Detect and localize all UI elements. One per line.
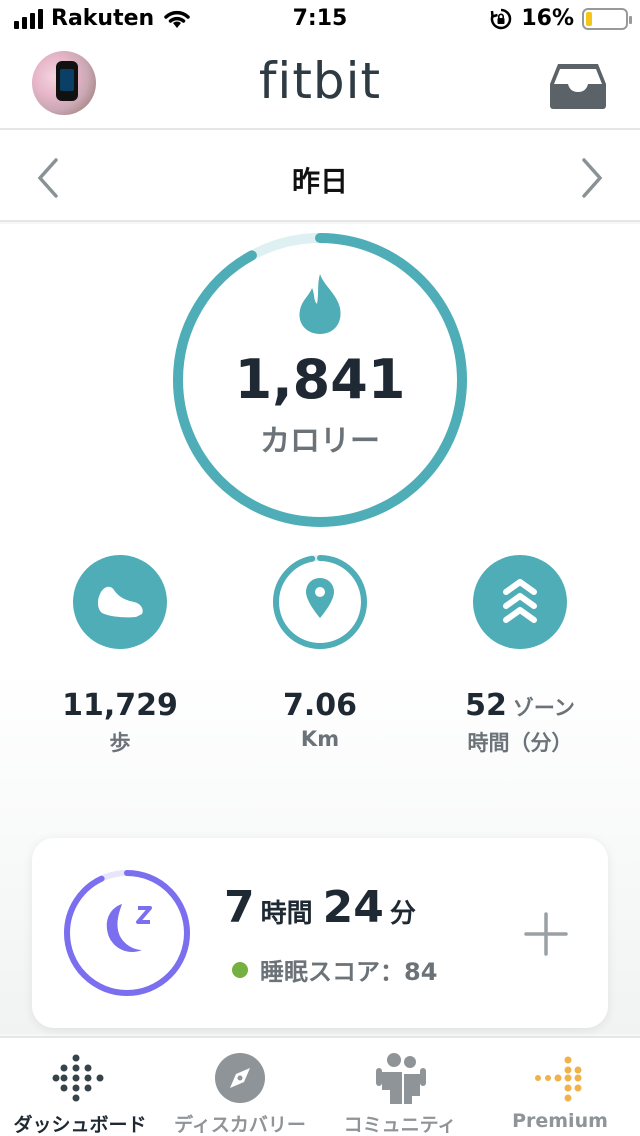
sleep-ring [64, 870, 190, 996]
battery-icon [582, 7, 632, 30]
sleep-score-label: 睡眠スコア：84 [260, 958, 438, 986]
sleep-duration: 7 時間 24 分 [224, 882, 426, 933]
sleep-hours-label: 時間 [260, 899, 313, 929]
tab-dashboard-label: ダッシュボード [13, 1114, 147, 1136]
zone-inline-unit: ゾーン [512, 696, 575, 720]
tab-premium-label: Premium [512, 1110, 608, 1132]
steps-value: 11,729 [62, 688, 178, 723]
sleep-card[interactable]: 7 時間 24 分 睡眠スコア：84 [32, 838, 608, 1028]
tab-premium[interactable]: Premium [480, 1038, 640, 1136]
rotation-lock-icon [491, 8, 512, 29]
sleep-score: 睡眠スコア：84 [232, 952, 437, 987]
dots-grid-icon [52, 1054, 104, 1102]
steps-ring [73, 555, 167, 649]
next-day-button[interactable] [576, 156, 608, 200]
battery-level [586, 11, 593, 26]
dashboard-main: 1,841 カロリー 11,729 歩 7.06 Km 52 ゾーン 時間（分）… [0, 224, 640, 1034]
zone-unit: 時間（分） [467, 731, 573, 755]
date-title: 昨日 [291, 165, 348, 198]
zone-value: 52 ゾーン [420, 688, 620, 723]
people-icon [376, 1053, 426, 1104]
premium-dots-icon [535, 1056, 582, 1102]
distance-stat[interactable]: 7.06 Km [220, 554, 420, 751]
zone-minutes-stat[interactable]: 52 ゾーン 時間（分） [420, 554, 620, 757]
sleep-minutes-label: 分 [389, 899, 416, 929]
sleep-score-dot [232, 961, 248, 978]
sleep-minutes: 24 [322, 882, 384, 933]
steps-stat[interactable]: 11,729 歩 [20, 554, 220, 757]
inbox-icon[interactable] [548, 62, 608, 110]
zone-number: 52 [465, 688, 507, 723]
steps-unit: 歩 [109, 731, 131, 755]
distance-unit: Km [300, 727, 340, 751]
calorie-label: カロリー [260, 424, 380, 459]
distance-ring [273, 555, 367, 649]
z-letter-icon [136, 906, 152, 924]
tab-discovery[interactable]: ディスカバリー [160, 1038, 320, 1136]
tab-bar: ダッシュボード ディスカバリー コミュニティ Premium [0, 1036, 640, 1136]
tab-community[interactable]: コミュニティ [320, 1038, 480, 1136]
tab-dashboard[interactable]: ダッシュボード [0, 1038, 160, 1136]
moon-icon [106, 904, 142, 953]
sleep-hours: 7 [224, 882, 255, 933]
distance-value: 7.06 [282, 688, 358, 723]
compass-icon [215, 1053, 265, 1103]
battery-percent: 16% [521, 6, 574, 31]
app-header: fitbit [0, 40, 640, 130]
calorie-value: 1,841 [234, 348, 406, 411]
tab-community-label: コミュニティ [343, 1114, 457, 1136]
flame-icon [299, 274, 341, 334]
status-bar: Rakuten 7:15 16% [0, 0, 640, 40]
tab-discovery-label: ディスカバリー [174, 1114, 306, 1136]
zone-ring [473, 555, 567, 649]
location-pin-icon [306, 578, 334, 618]
fitbit-logo: fitbit [258, 52, 382, 110]
status-right: 16% [489, 6, 632, 31]
add-sleep-button[interactable] [522, 910, 570, 958]
date-navigation: 昨日 [0, 130, 640, 222]
